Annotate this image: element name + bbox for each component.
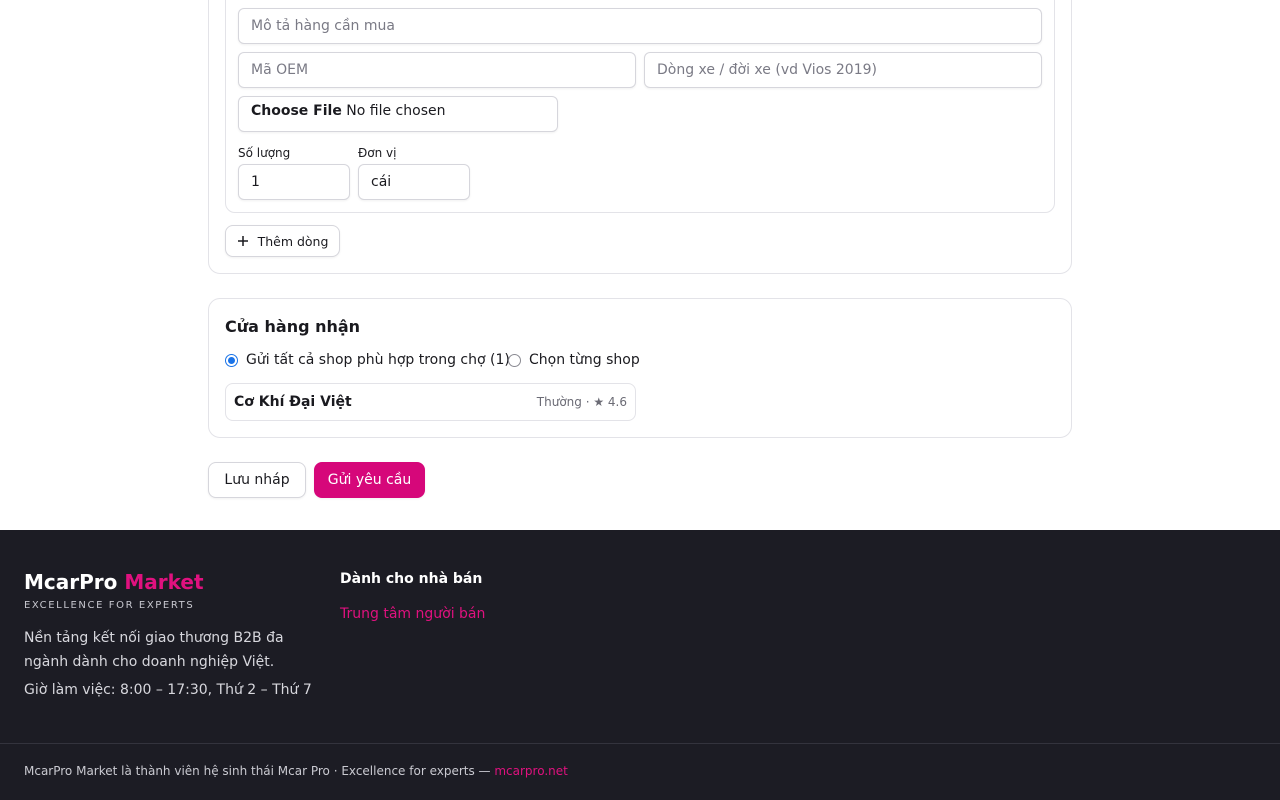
site-footer: McarPro Market EXCELLENCE FOR EXPERTS Nề… (0, 530, 1280, 800)
shop-name: Cơ Khí Đại Việt (234, 394, 352, 410)
shop-card: Cơ Khí Đại Việt Thường · ★ 4.6 (225, 383, 636, 421)
copyright-text: McarPro Market là thành viên hệ sinh thá… (24, 764, 568, 778)
add-row-button[interactable]: Thêm dòng (225, 225, 340, 257)
brand-accent: Market (124, 570, 204, 594)
footer-divider (0, 743, 1280, 744)
choose-file-button[interactable]: Choose File (251, 103, 342, 119)
radio-send-all-label: Gửi tất cả shop phù hợp trong chợ (1) (246, 352, 510, 368)
shop-rating: Thường · ★ 4.6 (536, 395, 627, 409)
seller-center-link[interactable]: Trung tâm người bán (340, 606, 485, 622)
unit-label: Đơn vị (358, 146, 397, 160)
plus-icon (237, 236, 248, 246)
submit-request-button[interactable]: Gửi yêu cầu (314, 462, 425, 498)
brand-name: McarPro (24, 570, 118, 594)
business-hours: Giờ làm việc: 8:00 – 17:30, Thứ 2 – Thứ … (24, 682, 312, 698)
quantity-label: Số lượng (238, 146, 291, 160)
quantity-input[interactable]: 1 (238, 164, 350, 200)
unit-input[interactable]: cái (358, 164, 470, 200)
radio-pick-label: Chọn từng shop (529, 352, 640, 368)
mcarpro-link[interactable]: mcarpro.net (494, 764, 568, 778)
brand-tagline: EXCELLENCE FOR EXPERTS (24, 600, 195, 611)
footer-description: Nền tảng kết nối giao thương B2B đa ngàn… (24, 630, 284, 670)
radio-pick-shops[interactable]: Chọn từng shop (508, 352, 640, 368)
add-row-label: Thêm dòng (257, 233, 329, 249)
file-upload-input[interactable]: Choose File No file chosen (238, 96, 558, 132)
oem-code-input[interactable]: Mã OEM (238, 52, 636, 88)
description-input[interactable]: Mô tả hàng cần mua (238, 8, 1042, 44)
save-draft-button[interactable]: Lưu nháp (208, 462, 306, 498)
sellers-column-title: Dành cho nhà bán (340, 571, 483, 587)
radio-send-all-shops[interactable]: Gửi tất cả shop phù hợp trong chợ (1) (225, 352, 510, 368)
copyright-statement: McarPro Market là thành viên hệ sinh thá… (24, 764, 495, 778)
footer-logo[interactable]: McarPro Market (24, 570, 204, 594)
file-status-text: No file chosen (346, 103, 446, 119)
vehicle-model-input[interactable]: Dòng xe / đời xe (vd Vios 2019) (644, 52, 1042, 88)
receiving-shops-title: Cửa hàng nhận (225, 317, 361, 336)
radio-button-checked[interactable] (225, 353, 238, 367)
radio-button[interactable] (508, 353, 521, 367)
